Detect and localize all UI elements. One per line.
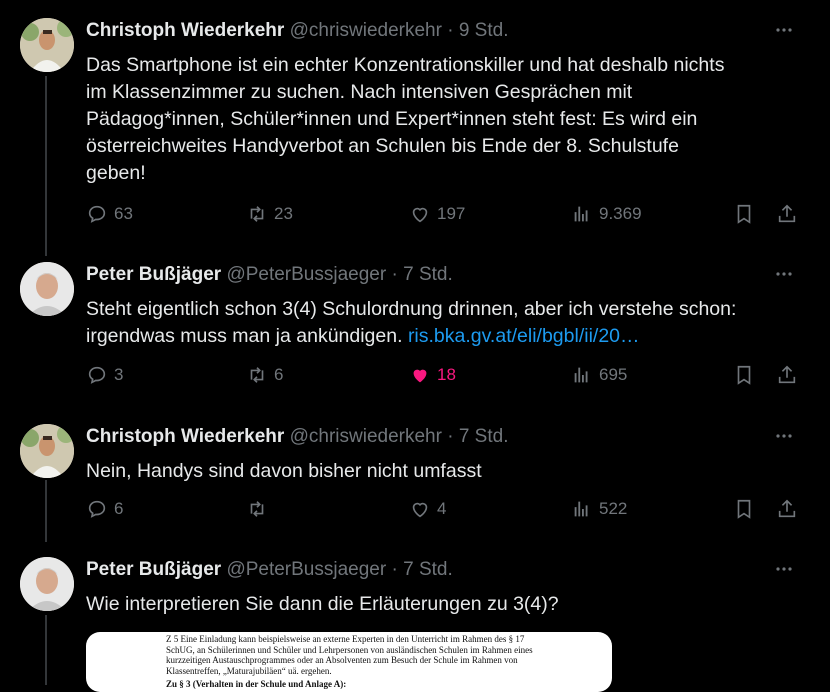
bookmark-icon[interactable] [733,498,755,520]
views-button[interactable]: 9.369 [571,203,642,225]
author-name[interactable]: Christoph Wiederkehr [86,20,284,41]
link[interactable]: ris.bka.gv.at/eli/bgbl/ii/20… [408,325,640,347]
author-handle[interactable]: @chriswiederkehr [290,426,442,447]
more-icon[interactable] [772,424,796,448]
author-name[interactable]: Peter Bußjäger [86,559,221,580]
timestamp[interactable]: 9 Std. [459,20,509,41]
avatar[interactable] [20,557,74,611]
bookmark-icon[interactable] [733,364,755,386]
share-icon[interactable] [776,203,798,225]
tweet-text: Das Smartphone ist ein echter Konzentrat… [86,54,725,184]
like-icon [412,207,428,223]
reply-button[interactable]: 3 [86,364,123,386]
reply-button[interactable]: 6 [86,498,123,520]
author-handle[interactable]: @PeterBussjaeger [226,559,386,580]
bookmark-icon[interactable] [733,203,755,225]
views-button[interactable]: 695 [571,364,627,386]
tweet-text: Nein, Handys sind davon bisher nicht umf… [86,460,482,482]
timestamp[interactable]: 7 Std. [459,426,509,447]
timestamp[interactable]: 7 Std. [403,559,453,580]
author-handle[interactable]: @PeterBussjaeger [226,264,386,285]
reply-icon [88,205,106,223]
repost-icon [250,367,264,383]
author-name[interactable]: Peter Bußjäger [86,264,221,285]
views-icon [574,206,588,222]
attached-image[interactable]: Z 5 Eine Einladung kann beispielsweise a… [86,632,612,692]
tweet-header: Christoph Wiederkehr @chriswiederkehr · … [86,20,509,41]
reply-icon [88,366,106,384]
more-icon[interactable] [772,18,796,42]
repost-button[interactable] [246,498,274,520]
more-icon[interactable] [772,262,796,286]
more-icon[interactable] [772,557,796,581]
like-button[interactable]: 18 [409,364,456,386]
views-button[interactable]: 522 [571,498,627,520]
tweet-header: Peter Bußjäger @PeterBussjaeger · 7 Std. [86,559,453,580]
tweet[interactable]: Peter Bußjäger @PeterBussjaeger · 7 Std.… [0,262,830,402]
action-bar: 63 23 197 9.369 [86,203,806,231]
author-name[interactable]: Christoph Wiederkehr [86,426,284,447]
repost-button[interactable]: 23 [246,203,293,225]
repost-icon [250,501,264,517]
author-handle[interactable]: @chriswiederkehr [290,20,442,41]
like-icon [413,369,427,383]
timestamp[interactable]: 7 Std. [403,264,453,285]
document-excerpt: Z 5 Eine Einladung kann beispielsweise a… [166,634,533,689]
tweet-text: Steht eigentlich schon 3(4) Schulordnung… [86,298,737,347]
avatar[interactable] [20,262,74,316]
reply-button[interactable]: 63 [86,203,133,225]
share-icon[interactable] [776,364,798,386]
action-bar: 6 4 522 [86,498,806,526]
views-icon [574,501,588,517]
tweet-header: Peter Bußjäger @PeterBussjaeger · 7 Std. [86,264,453,285]
tweet[interactable]: Christoph Wiederkehr @chriswiederkehr · … [0,18,830,248]
tweet[interactable]: Christoph Wiederkehr @chriswiederkehr · … [0,424,830,534]
like-icon [412,502,428,518]
like-button[interactable]: 197 [409,203,465,225]
tweet-text: Wie interpretieren Sie dann die Erläuter… [86,593,559,615]
like-button[interactable]: 4 [409,498,446,520]
views-icon [574,367,588,383]
action-bar: 3 6 18 695 [86,364,806,392]
repost-icon [250,206,264,222]
reply-icon [88,500,106,518]
avatar[interactable] [20,18,74,72]
share-icon[interactable] [776,498,798,520]
repost-button[interactable]: 6 [246,364,283,386]
tweet-header: Christoph Wiederkehr @chriswiederkehr · … [86,426,509,447]
avatar[interactable] [20,424,74,478]
